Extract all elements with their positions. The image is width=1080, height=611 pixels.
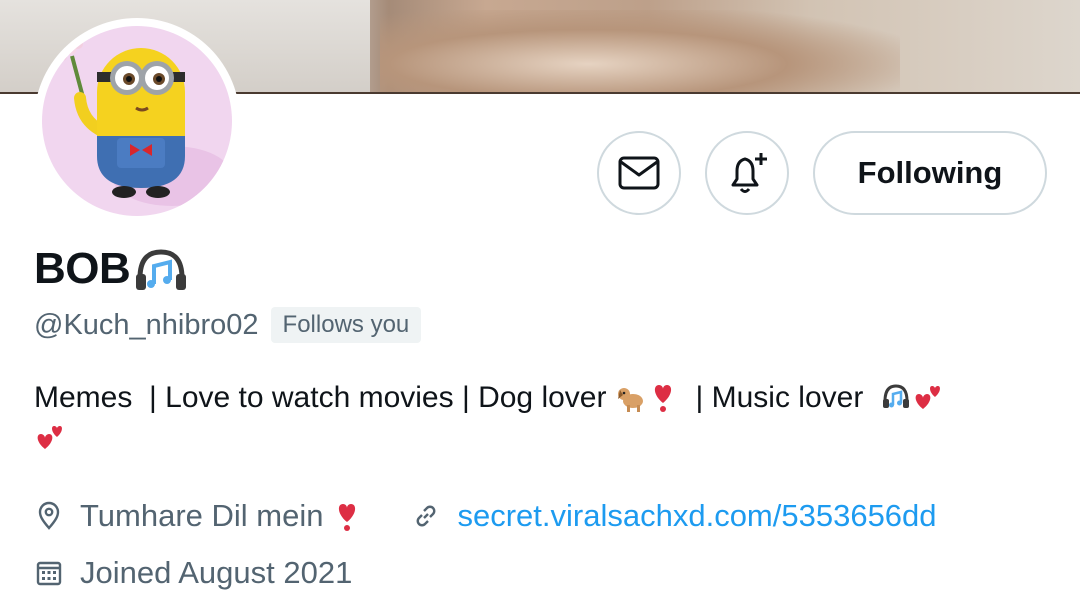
exclamation-heart-emoji-icon-2 bbox=[339, 504, 356, 531]
two-hearts-emoji-icon-2 bbox=[37, 426, 62, 449]
profile-meta-row: Tumhare Dil mein secret.viralsachxd.com/… bbox=[34, 494, 937, 538]
website-link[interactable]: secret.viralsachxd.com/5353656dd bbox=[457, 498, 936, 534]
envelope-icon bbox=[618, 156, 660, 190]
bio-text-part2: | Music lover bbox=[678, 381, 880, 414]
user-handle: @Kuch_nhibro02 bbox=[34, 308, 259, 341]
notifications-button[interactable] bbox=[705, 131, 789, 215]
location-text: Tumhare Dil mein bbox=[80, 498, 324, 533]
display-name-row: BOB bbox=[34, 243, 190, 295]
link-icon bbox=[417, 505, 436, 527]
dog-emoji-icon bbox=[617, 388, 643, 412]
message-button[interactable] bbox=[597, 131, 681, 215]
calendar-icon bbox=[36, 561, 62, 586]
follows-you-badge: Follows you bbox=[270, 307, 422, 343]
minion-avatar-image bbox=[57, 39, 232, 206]
headphone-emoji-icon bbox=[882, 384, 909, 408]
bio-text-part1: Memes | Love to watch movies | Dog lover bbox=[34, 381, 615, 414]
display-name: BOB bbox=[34, 244, 131, 293]
joined-date: Joined August 2021 bbox=[80, 555, 353, 590]
two-hearts-emoji-icon bbox=[915, 386, 940, 409]
following-button[interactable]: Following bbox=[813, 131, 1047, 215]
profile-bio: Memes | Love to watch movies | Dog lover… bbox=[34, 378, 1054, 458]
exclamation-heart-emoji-icon bbox=[654, 385, 671, 412]
avatar[interactable] bbox=[42, 26, 232, 216]
headphone-music-emoji-icon bbox=[136, 249, 187, 290]
handle-row: @Kuch_nhibro02 Follows you bbox=[34, 306, 422, 344]
map-pin-icon bbox=[38, 501, 60, 530]
joined-row: Joined August 2021 bbox=[34, 551, 352, 595]
bell-plus-icon bbox=[731, 153, 767, 193]
